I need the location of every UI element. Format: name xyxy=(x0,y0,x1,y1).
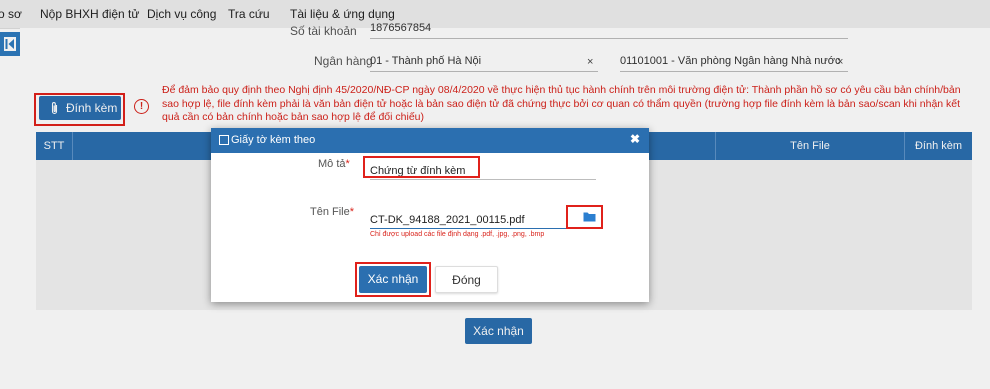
dialog-close-button[interactable]: Đóng xyxy=(435,266,498,293)
close-icon[interactable]: ✖ xyxy=(630,132,640,146)
description-label: Mô tả* xyxy=(318,158,350,170)
description-label-text: Mô tả xyxy=(318,158,346,170)
highlight-confirm-button xyxy=(355,262,431,297)
dialog-header: Giấy tờ kèm theo ✖ xyxy=(211,128,649,153)
filename-label-text: Tên File xyxy=(310,206,350,218)
checkbox-icon xyxy=(219,135,229,145)
dialog-title: Giấy tờ kèm theo xyxy=(231,134,316,146)
highlight-description xyxy=(363,156,480,178)
required-mark: * xyxy=(349,206,355,218)
file-format-hint: Chỉ được upload các file định dạng .pdf,… xyxy=(370,231,545,238)
required-mark: * xyxy=(345,158,350,170)
filename-label: Tên File* xyxy=(310,206,354,218)
highlight-browse-button xyxy=(566,205,603,229)
filename-input[interactable]: CT-DK_94188_2021_00115.pdf xyxy=(370,214,568,229)
